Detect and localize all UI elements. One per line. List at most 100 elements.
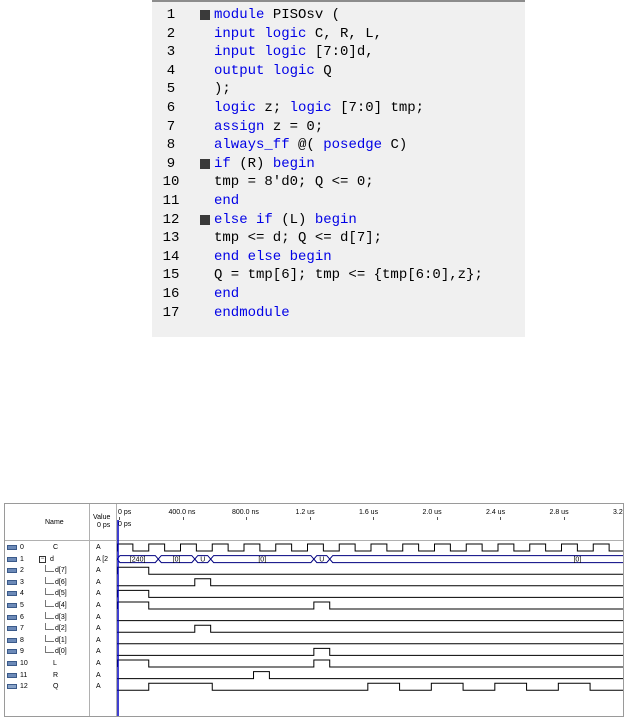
line-number: 9 bbox=[166, 155, 176, 172]
signal-row-d0[interactable]: 9 d[0] A bbox=[5, 646, 117, 657]
line-number: 17 bbox=[162, 304, 180, 321]
code-text: input logic C, R, L, bbox=[214, 25, 383, 42]
signal-index: 9 bbox=[7, 647, 35, 656]
code-line[interactable]: 12 else if (L) begin bbox=[152, 211, 525, 230]
signal-name: d[3] bbox=[55, 613, 67, 621]
code-text: logic z; logic [7:0] tmp; bbox=[214, 100, 425, 116]
signal-index-number: 2 bbox=[20, 567, 24, 575]
signal-row-d5[interactable]: 4 d[5] A bbox=[5, 588, 117, 599]
input-pin-icon bbox=[7, 545, 17, 550]
code-line[interactable]: 2 input logic C, R, L, bbox=[152, 25, 525, 44]
signal-name: d[0] bbox=[55, 648, 67, 656]
waveform-plot[interactable]: [240] [0] U [0] U [0] bbox=[117, 504, 624, 717]
signal-name: d[4] bbox=[55, 602, 67, 609]
code-line[interactable]: 17 endmodule bbox=[152, 304, 525, 323]
signal-index: 10 bbox=[7, 659, 35, 668]
waveform-viewer[interactable]: Name Value 0 ps 0 ps 0 ps 400.0 ns 800.0 ns… bbox=[4, 503, 624, 717]
code-line[interactable]: 1 module PISOsv ( bbox=[152, 6, 525, 25]
code-line[interactable]: 11 end bbox=[152, 192, 525, 211]
signal-index-number: 0 bbox=[20, 544, 24, 551]
reset-waveform bbox=[117, 671, 623, 680]
signal-index-number: 11 bbox=[20, 671, 28, 679]
code-line[interactable]: 7 assign z = 0; bbox=[152, 118, 525, 137]
line-number: 13 bbox=[162, 230, 180, 247]
signal-value: A bbox=[96, 636, 101, 644]
signal-index: 1 bbox=[7, 555, 35, 564]
code-line[interactable]: 9 if (R) begin bbox=[152, 155, 525, 174]
fold-marker-icon[interactable] bbox=[200, 10, 210, 20]
tree-connector bbox=[45, 576, 54, 584]
column-header-name[interactable]: Name bbox=[45, 519, 64, 526]
tree-connector bbox=[45, 600, 54, 607]
code-text: input logic [7:0]d, bbox=[214, 44, 374, 61]
code-line[interactable]: 4 output logic Q bbox=[152, 62, 525, 81]
collapse-icon[interactable]: − bbox=[39, 555, 46, 563]
line-number: 1 bbox=[166, 7, 176, 23]
signal-name: d[7] bbox=[55, 567, 67, 575]
line-number: 8 bbox=[166, 137, 176, 154]
code-line[interactable]: 14 end else begin bbox=[152, 248, 525, 267]
signal-row-d7[interactable]: 2 d[7] A bbox=[5, 565, 117, 576]
bit-waveform bbox=[117, 566, 623, 575]
signal-row-Q[interactable]: 12 Q A bbox=[5, 681, 117, 692]
bus-value-label: [0] bbox=[258, 557, 266, 564]
code-text: module PISOsv ( bbox=[214, 7, 341, 23]
bus-value-label: [0] bbox=[573, 557, 581, 564]
signal-row-d3[interactable]: 6 d[3] A bbox=[5, 611, 117, 623]
signal-index: 11 bbox=[7, 671, 35, 680]
signal-value: A bbox=[96, 648, 101, 656]
code-editor[interactable]: 1 module PISOsv ( 2 input logic C, R, L, 3 in… bbox=[152, 0, 525, 337]
signal-row-d2[interactable]: 7 d[2] A bbox=[5, 623, 117, 634]
signal-row-d[interactable]: 1 − d A [2 bbox=[5, 554, 117, 565]
signal-value: A bbox=[96, 590, 101, 598]
code-text: end bbox=[214, 193, 240, 209]
signal-row-L[interactable]: 10 L A bbox=[5, 658, 117, 669]
signal-row-d6[interactable]: 3 d[6] A bbox=[5, 576, 117, 588]
input-pin-icon bbox=[7, 649, 17, 655]
line-number: 12 bbox=[162, 211, 180, 228]
line-number: 16 bbox=[162, 286, 180, 302]
input-pin-icon bbox=[7, 603, 17, 608]
code-text: tmp <= d; Q <= d[7]; bbox=[214, 230, 383, 247]
signal-row-R[interactable]: 11 R A bbox=[5, 670, 117, 681]
tree-connector bbox=[45, 646, 54, 654]
code-line[interactable]: 3 input logic [7:0]d, bbox=[152, 43, 525, 62]
code-line[interactable]: 5); bbox=[152, 80, 525, 99]
line-number: 14 bbox=[162, 248, 180, 265]
fold-marker-icon[interactable] bbox=[200, 158, 210, 169]
fold-marker-icon[interactable] bbox=[200, 214, 210, 225]
input-pin-icon bbox=[7, 661, 17, 666]
signal-index-number: 12 bbox=[20, 683, 28, 691]
input-pin-icon bbox=[7, 579, 17, 585]
signal-row-d1[interactable]: 8 d[1] A bbox=[5, 634, 117, 646]
signal-index: 6 bbox=[7, 613, 35, 622]
code-line[interactable]: 16 end bbox=[152, 285, 525, 304]
signal-value: A bbox=[96, 683, 101, 691]
signal-index: 8 bbox=[7, 636, 35, 645]
signal-name: L bbox=[53, 660, 57, 667]
column-header-value[interactable]: Value 0 ps bbox=[93, 514, 117, 530]
signal-row-d4[interactable]: 5 d[4] A bbox=[5, 600, 117, 611]
line-number: 4 bbox=[166, 62, 176, 79]
code-line[interactable]: 10 tmp = 8'd0; Q <= 0; bbox=[152, 173, 525, 192]
tree-connector bbox=[45, 588, 54, 596]
signal-index-number: 4 bbox=[20, 590, 24, 598]
signal-row-C[interactable]: 0 C A bbox=[5, 542, 117, 553]
code-line[interactable]: 6 logic z; logic [7:0] tmp; bbox=[152, 99, 525, 118]
signal-value: A bbox=[96, 567, 101, 575]
tree-connector bbox=[45, 634, 54, 642]
input-pin-icon bbox=[7, 568, 17, 574]
line-number: 7 bbox=[166, 118, 176, 135]
line-number: 10 bbox=[162, 174, 180, 191]
code-text: tmp = 8'd0; Q <= 0; bbox=[214, 174, 374, 191]
code-line[interactable]: 15 Q = tmp[6]; tmp <= {tmp[6:0],z}; bbox=[152, 266, 525, 285]
signal-index-number: 7 bbox=[20, 625, 24, 633]
code-text: Q = tmp[6]; tmp <= {tmp[6:0],z}; bbox=[214, 267, 483, 284]
bit-waveform bbox=[117, 647, 623, 656]
bit-waveform bbox=[117, 589, 623, 598]
signal-value: A bbox=[96, 613, 101, 621]
code-line[interactable]: 13 tmp <= d; Q <= d[7]; bbox=[152, 229, 525, 248]
signal-index-number: 6 bbox=[20, 613, 24, 621]
signal-name: d[5] bbox=[55, 590, 67, 598]
code-line[interactable]: 8 always_ff @( posedge C) bbox=[152, 136, 525, 155]
